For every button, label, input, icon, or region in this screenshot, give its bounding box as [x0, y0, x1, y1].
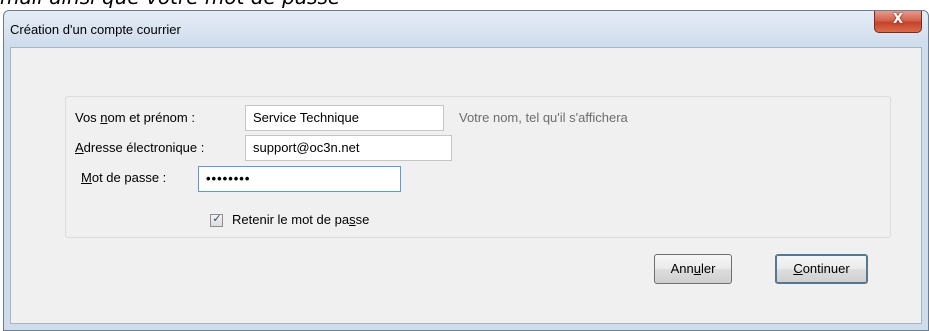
- continue-button[interactable]: Continuer: [775, 254, 868, 284]
- close-button[interactable]: X: [874, 11, 922, 33]
- email-label: Adresse électronique :: [75, 140, 205, 155]
- email-input[interactable]: support@oc3n.net: [245, 135, 452, 161]
- password-label: Mot de passe :: [81, 170, 167, 185]
- title-bar: Création d'un compte courrier X: [4, 11, 928, 47]
- dialog-title: Création d'un compte courrier: [10, 22, 181, 37]
- name-hint: Votre nom, tel qu'il s'affichera: [459, 110, 628, 125]
- account-setup-dialog: Création d'un compte courrier X Vos nom …: [3, 10, 929, 331]
- page-caption: mail ainsi que votre mot de passe: [0, 0, 929, 10]
- name-label: Vos nom et prénom :: [75, 110, 195, 125]
- name-input[interactable]: Service Technique: [245, 105, 444, 131]
- dialog-body: Vos nom et prénom : Service Technique Vo…: [10, 47, 922, 324]
- remember-password-label[interactable]: Retenir le mot de passe: [232, 212, 369, 227]
- cancel-button[interactable]: Annuler: [654, 254, 732, 284]
- remember-password-checkbox[interactable]: ✓: [210, 212, 223, 227]
- password-input[interactable]: ••••••••: [198, 166, 401, 192]
- close-icon: X: [892, 12, 904, 27]
- checkmark-icon: ✓: [212, 212, 222, 225]
